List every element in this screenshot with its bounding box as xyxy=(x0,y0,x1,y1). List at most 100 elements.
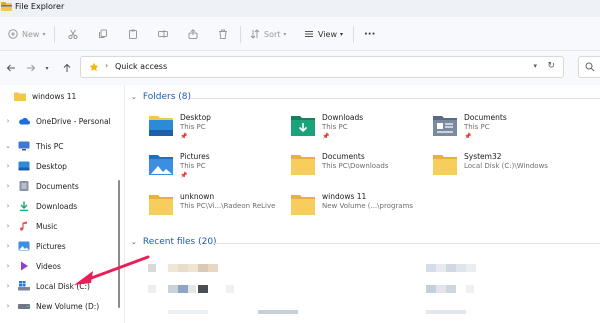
view-button[interactable]: View ▾ xyxy=(304,17,343,51)
recent-file-name xyxy=(168,310,208,314)
pin-icon: 📌 xyxy=(464,133,472,140)
folder-tile-downloads[interactable]: Downloads This PC 📌 xyxy=(290,112,430,144)
back-button[interactable] xyxy=(4,62,18,74)
recent-file-name xyxy=(226,285,234,293)
trash-icon xyxy=(219,29,227,39)
breadcrumb-quick-access[interactable]: Quick access xyxy=(115,62,167,71)
copy-button[interactable] xyxy=(98,17,108,51)
sidebar-item-music[interactable]: › Music xyxy=(4,219,57,233)
chevron-down-icon[interactable]: ▾ xyxy=(533,62,537,70)
address-bar[interactable]: › Quick access ▾ ↻ xyxy=(80,56,564,78)
copy-icon xyxy=(99,29,107,38)
cut-button[interactable] xyxy=(68,17,78,51)
chevron-right-icon[interactable]: › xyxy=(4,282,12,290)
sidebar-item-pictures[interactable]: › Pictures xyxy=(4,239,66,253)
recent-file-name xyxy=(168,285,178,293)
sidebar-item-downloads[interactable]: › Downloads xyxy=(4,199,77,213)
folder-icon xyxy=(291,155,315,175)
recent-files-section-header[interactable]: ⌄ Recent files (20) xyxy=(131,237,217,247)
window-title: File Explorer xyxy=(15,2,65,11)
sort-button[interactable]: Sort ▾ xyxy=(250,17,286,51)
scissors-icon xyxy=(68,29,78,39)
sidebar-item-label: Videos xyxy=(36,261,61,271)
folder-tile-documents[interactable]: Documents This PC\Downloads xyxy=(290,151,430,183)
pictures-folder-icon xyxy=(149,155,173,175)
share-icon xyxy=(188,29,198,39)
windows-drive-icon xyxy=(18,281,30,291)
sidebar-item-new-volume-d[interactable]: › New Volume (D:) xyxy=(4,299,100,313)
folder-tile-desktop[interactable]: Desktop This PC 📌 xyxy=(148,112,288,144)
folder-tile-pictures[interactable]: Pictures This PC 📌 xyxy=(148,151,288,183)
tile-name: Documents xyxy=(464,113,507,122)
toolbar-divider xyxy=(353,26,354,43)
sidebar-item-videos[interactable]: › Videos xyxy=(4,259,61,273)
sidebar-item-desktop[interactable]: › Desktop xyxy=(4,159,67,173)
recent-locations-button[interactable]: ▾ xyxy=(40,62,54,74)
sidebar-item-this-pc[interactable]: ⌄ This PC xyxy=(4,139,63,153)
recent-file-location xyxy=(446,285,456,293)
tile-location: This PC xyxy=(180,123,206,131)
recent-file-icon xyxy=(148,264,156,272)
search-box[interactable] xyxy=(578,56,600,78)
sidebar-item-label: New Volume (D:) xyxy=(36,301,100,311)
chevron-down-icon: ▾ xyxy=(339,30,343,38)
see-more-button[interactable]: ··· xyxy=(364,17,375,51)
chevron-right-icon[interactable]: › xyxy=(4,117,12,125)
chevron-right-icon[interactable]: › xyxy=(4,162,12,170)
pin-icon: 📌 xyxy=(322,133,330,140)
chevron-down-icon: ▾ xyxy=(283,30,287,38)
sidebar-item-local-disk-c[interactable]: › Local Disk (C:) xyxy=(4,279,90,293)
chevron-down-icon[interactable]: ⌄ xyxy=(131,93,137,101)
computer-icon xyxy=(18,141,30,151)
rename-button[interactable] xyxy=(158,17,168,51)
forward-button[interactable] xyxy=(24,62,38,74)
delete-button[interactable] xyxy=(218,17,228,51)
refresh-icon[interactable]: ↻ xyxy=(547,61,555,71)
paste-icon xyxy=(129,29,137,39)
sidebar-item-label: windows 11 xyxy=(32,91,77,101)
recent-file-location xyxy=(426,310,466,314)
recent-file-name xyxy=(168,264,178,272)
section-divider xyxy=(213,243,600,244)
breadcrumb-separator: › xyxy=(105,61,109,70)
sidebar-item-label: Local Disk (C:) xyxy=(36,281,90,291)
folder-icon xyxy=(149,195,173,215)
paste-button[interactable] xyxy=(128,17,138,51)
recent-file-name xyxy=(188,264,198,272)
sidebar-scrollbar[interactable] xyxy=(118,180,120,308)
recent-file-name xyxy=(258,310,298,314)
folder-tile-system32[interactable]: System32 Local Disk (C:)\Windows xyxy=(432,151,572,183)
star-icon xyxy=(89,62,99,72)
sidebar-item-documents[interactable]: › Documents xyxy=(4,179,79,193)
download-arrow-icon xyxy=(18,201,30,211)
chevron-right-icon[interactable]: › xyxy=(4,302,12,310)
tile-location: This PC xyxy=(180,162,206,170)
chevron-right-icon[interactable]: › xyxy=(4,242,12,250)
view-list-icon xyxy=(305,31,313,37)
folder-tile-unknown[interactable]: unknown This PC\Vi...\Radeon ReLive xyxy=(148,191,288,223)
sidebar-item-windows-11[interactable]: windows 11 xyxy=(8,89,76,103)
chevron-down-icon[interactable]: ⌄ xyxy=(4,142,12,150)
recent-file-location xyxy=(456,264,466,272)
chevron-right-icon[interactable]: › xyxy=(4,202,12,210)
sort-button-label: Sort xyxy=(264,29,281,39)
sidebar-item-label: Desktop xyxy=(36,161,67,171)
folders-section-title: Folders (8) xyxy=(142,92,191,102)
chevron-down-icon: ▾ xyxy=(42,30,46,38)
downloads-folder-icon xyxy=(291,116,315,136)
chevron-down-icon[interactable]: ⌄ xyxy=(131,238,137,246)
folder-tile-documents-pinned[interactable]: Documents This PC 📌 xyxy=(432,112,572,144)
up-button[interactable] xyxy=(60,62,74,74)
documents-folder-icon xyxy=(433,116,457,136)
folder-icon xyxy=(433,155,457,175)
new-button[interactable]: New ▾ xyxy=(8,17,45,51)
folder-tile-windows-11[interactable]: windows 11 New Volume (...\programs xyxy=(290,191,430,223)
recent-file-icon xyxy=(148,285,156,293)
chevron-right-icon[interactable]: › xyxy=(4,222,12,230)
tile-name: unknown xyxy=(180,192,215,201)
chevron-right-icon[interactable]: › xyxy=(4,182,12,190)
share-button[interactable] xyxy=(188,17,198,51)
chevron-right-icon[interactable]: › xyxy=(4,262,12,270)
folders-section-header[interactable]: ⌄ Folders (8) xyxy=(131,92,191,102)
sidebar-item-onedrive[interactable]: › OneDrive - Personal xyxy=(4,114,111,128)
